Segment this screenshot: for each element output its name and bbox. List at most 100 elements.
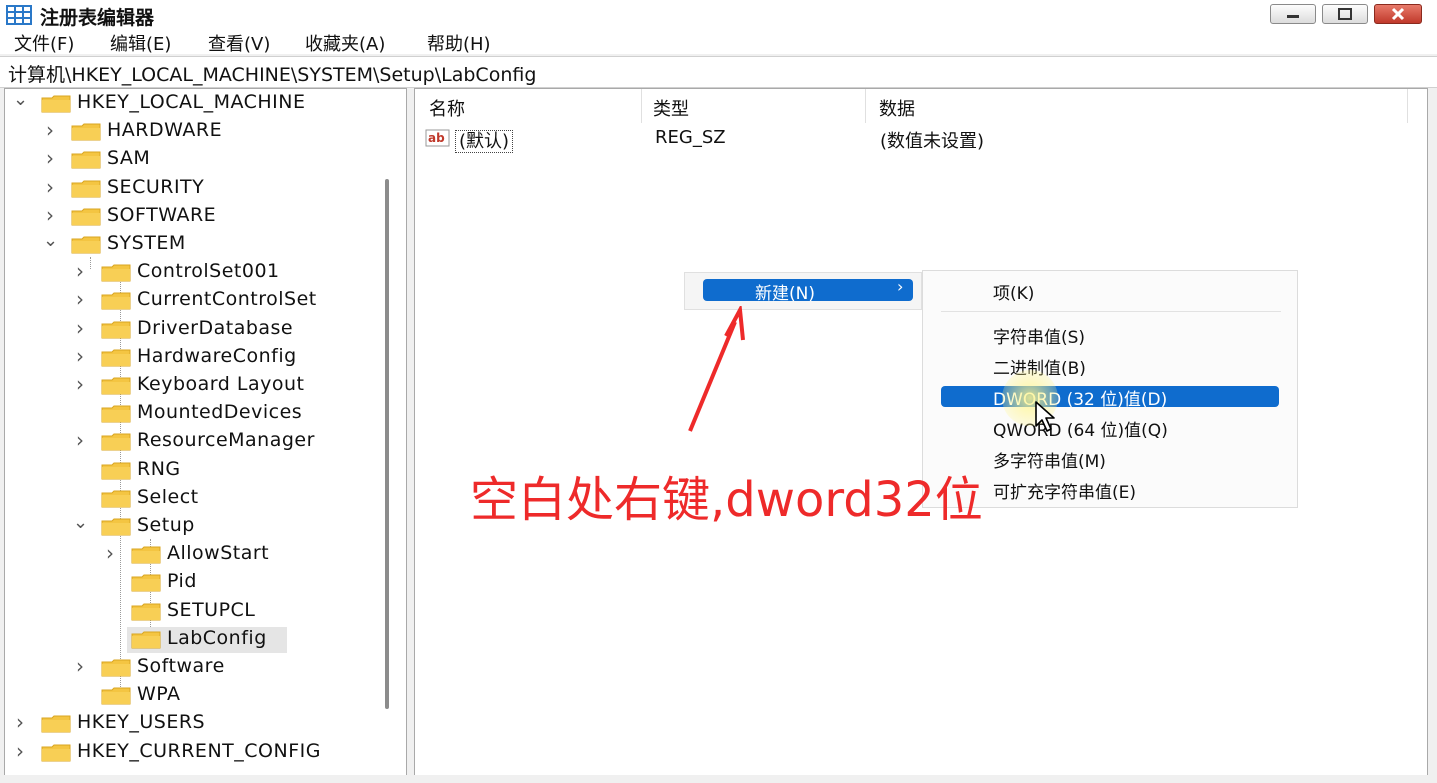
tree-node-label: HARDWARE bbox=[107, 119, 223, 142]
submenu-item-string[interactable]: 字符串值(S) bbox=[993, 323, 1085, 348]
tree-node-pid[interactable]: Pid bbox=[5, 570, 405, 596]
folder-icon bbox=[41, 715, 71, 733]
chevron-right-icon[interactable]: › bbox=[73, 316, 87, 340]
close-button[interactable] bbox=[1374, 4, 1422, 24]
tree-node-label: Keyboard Layout bbox=[137, 373, 305, 395]
submenu-item-key[interactable]: 项(K) bbox=[993, 279, 1034, 304]
menu-view[interactable]: 查看(V) bbox=[208, 30, 270, 56]
tree-node-label: WPA bbox=[137, 683, 181, 706]
tree-node-software[interactable]: › SOFTWARE bbox=[5, 203, 405, 230]
tree-node-label: LabConfig bbox=[167, 626, 267, 649]
column-header-data[interactable]: 数据 bbox=[879, 95, 915, 121]
chevron-right-icon[interactable]: › bbox=[43, 146, 57, 170]
menu-edit[interactable]: 编辑(E) bbox=[110, 30, 171, 56]
column-divider[interactable] bbox=[641, 89, 642, 123]
tree-node-label: SAM bbox=[107, 147, 151, 170]
menu-bar: 文件(F) 编辑(E) 查看(V) 收藏夹(A) 帮助(H) bbox=[0, 30, 1437, 56]
tree-node-select[interactable]: Select bbox=[5, 486, 405, 512]
window-right-edge bbox=[1428, 88, 1437, 775]
tree-node-hku[interactable]: › HKEY_USERS bbox=[5, 710, 405, 737]
context-menu: 新建(N) › bbox=[684, 272, 922, 310]
submenu-item-multi-string[interactable]: 多字符串值(M) bbox=[993, 447, 1106, 472]
folder-icon bbox=[101, 687, 131, 705]
tree-node-driverdatabase[interactable]: › DriverDatabase bbox=[5, 316, 405, 343]
tree-node-label: RNG bbox=[137, 457, 181, 480]
tree-node-hkcc[interactable]: › HKEY_CURRENT_CONFIG bbox=[5, 739, 405, 766]
tree-node-currentcontrolset[interactable]: › CurrentControlSet bbox=[5, 287, 405, 314]
tree-node-software2[interactable]: › Software bbox=[5, 654, 405, 681]
folder-icon bbox=[71, 180, 101, 198]
tree-node-controlset001[interactable]: › ControlSet001 bbox=[5, 259, 405, 286]
chevron-down-icon[interactable]: ⌄ bbox=[13, 89, 28, 110]
chevron-right-icon[interactable]: › bbox=[73, 259, 87, 283]
status-strip bbox=[0, 775, 1437, 783]
minimize-button[interactable] bbox=[1270, 4, 1316, 24]
tree-node-label: AllowStart bbox=[167, 542, 270, 565]
tree-node-label: HKEY_USERS bbox=[77, 711, 206, 734]
tree-node-sam[interactable]: › SAM bbox=[5, 146, 405, 173]
chevron-right-icon[interactable]: › bbox=[103, 541, 117, 565]
folder-icon bbox=[101, 433, 131, 451]
tree-node-label: Pid bbox=[167, 570, 197, 593]
menu-favorites[interactable]: 收藏夹(A) bbox=[305, 30, 385, 56]
column-divider[interactable] bbox=[865, 89, 866, 123]
value-data: (数值未设置) bbox=[880, 131, 985, 152]
tree-node-hklm[interactable]: ⌄ HKEY_LOCAL_MACHINE bbox=[5, 89, 405, 117]
tree-node-wpa[interactable]: WPA bbox=[5, 683, 405, 709]
chevron-right-icon[interactable]: › bbox=[43, 175, 57, 199]
menu-help[interactable]: 帮助(H) bbox=[427, 30, 491, 56]
column-header-type[interactable]: 类型 bbox=[653, 95, 689, 121]
registry-tree[interactable]: ⌄ HKEY_LOCAL_MACHINE › HARDWARE › SAM › SECURIT… bbox=[4, 88, 407, 777]
tree-node-label: SECURITY bbox=[107, 175, 205, 198]
tree-node-label: Software bbox=[137, 655, 225, 677]
tree-node-hardwareconfig[interactable]: › HardwareConfig bbox=[5, 344, 405, 371]
tree-node-resourcemanager[interactable]: › ResourceManager bbox=[5, 428, 405, 455]
title-bar: 注册表编辑器 bbox=[0, 0, 1437, 30]
chevron-down-icon[interactable]: ⌄ bbox=[73, 512, 88, 533]
address-bar[interactable]: 计算机\HKEY_LOCAL_MACHINE\SYSTEM\Setup\LabC… bbox=[0, 56, 1437, 88]
tree-node-setup[interactable]: ⌄ Setup bbox=[5, 512, 405, 540]
tree-node-setupcl[interactable]: SETUPCL bbox=[5, 599, 405, 625]
folder-icon bbox=[101, 349, 131, 367]
tree-node-label: SETUPCL bbox=[167, 598, 256, 621]
tree-node-label: Setup bbox=[137, 514, 195, 536]
column-header-name[interactable]: 名称 bbox=[429, 95, 465, 121]
menu-item-new[interactable]: 新建(N) › bbox=[703, 277, 913, 304]
chevron-right-icon[interactable]: › bbox=[13, 710, 27, 734]
chevron-right-icon[interactable]: › bbox=[73, 344, 87, 368]
folder-icon bbox=[71, 208, 101, 226]
folder-icon bbox=[101, 377, 131, 395]
chevron-right-icon[interactable]: › bbox=[73, 372, 87, 396]
tree-node-label: HardwareConfig bbox=[137, 344, 297, 367]
chevron-right-icon[interactable]: › bbox=[73, 287, 87, 311]
tree-node-label: Select bbox=[137, 485, 199, 508]
maximize-button[interactable] bbox=[1322, 4, 1368, 24]
column-divider[interactable] bbox=[1407, 89, 1408, 123]
folder-icon bbox=[101, 659, 131, 677]
chevron-right-icon[interactable]: › bbox=[13, 739, 27, 763]
address-path[interactable]: 计算机\HKEY_LOCAL_MACHINE\SYSTEM\Setup\LabC… bbox=[8, 60, 536, 87]
submenu-item-expandable-string[interactable]: 可扩充字符串值(E) bbox=[993, 478, 1136, 503]
tree-node-label: ResourceManager bbox=[137, 429, 315, 452]
submenu-separator bbox=[941, 311, 1281, 312]
tree-node-label: HKEY_LOCAL_MACHINE bbox=[77, 91, 306, 113]
value-name[interactable]: (默认) bbox=[455, 127, 514, 153]
chevron-right-icon[interactable]: › bbox=[73, 654, 87, 678]
tree-node-labconfig[interactable]: LabConfig bbox=[5, 626, 405, 653]
tree-node-mounteddevices[interactable]: MountedDevices bbox=[5, 401, 405, 427]
folder-icon bbox=[71, 151, 101, 169]
chevron-down-icon[interactable]: ⌄ bbox=[43, 230, 58, 251]
tree-node-keyboardlayout[interactable]: › Keyboard Layout bbox=[5, 372, 405, 399]
folder-icon bbox=[101, 321, 131, 339]
tree-node-security[interactable]: › SECURITY bbox=[5, 175, 405, 202]
tree-node-system[interactable]: ⌄ SYSTEM bbox=[5, 230, 405, 258]
chevron-right-icon[interactable]: › bbox=[73, 428, 87, 452]
tree-node-hardware[interactable]: › HARDWARE bbox=[5, 118, 405, 145]
folder-icon bbox=[101, 292, 131, 310]
tree-node-rng[interactable]: RNG bbox=[5, 458, 405, 484]
value-type: REG_SZ bbox=[655, 127, 726, 148]
chevron-right-icon[interactable]: › bbox=[43, 203, 57, 227]
menu-file[interactable]: 文件(F) bbox=[14, 30, 74, 56]
tree-node-allowstart[interactable]: › AllowStart bbox=[5, 541, 405, 568]
chevron-right-icon[interactable]: › bbox=[43, 118, 57, 142]
